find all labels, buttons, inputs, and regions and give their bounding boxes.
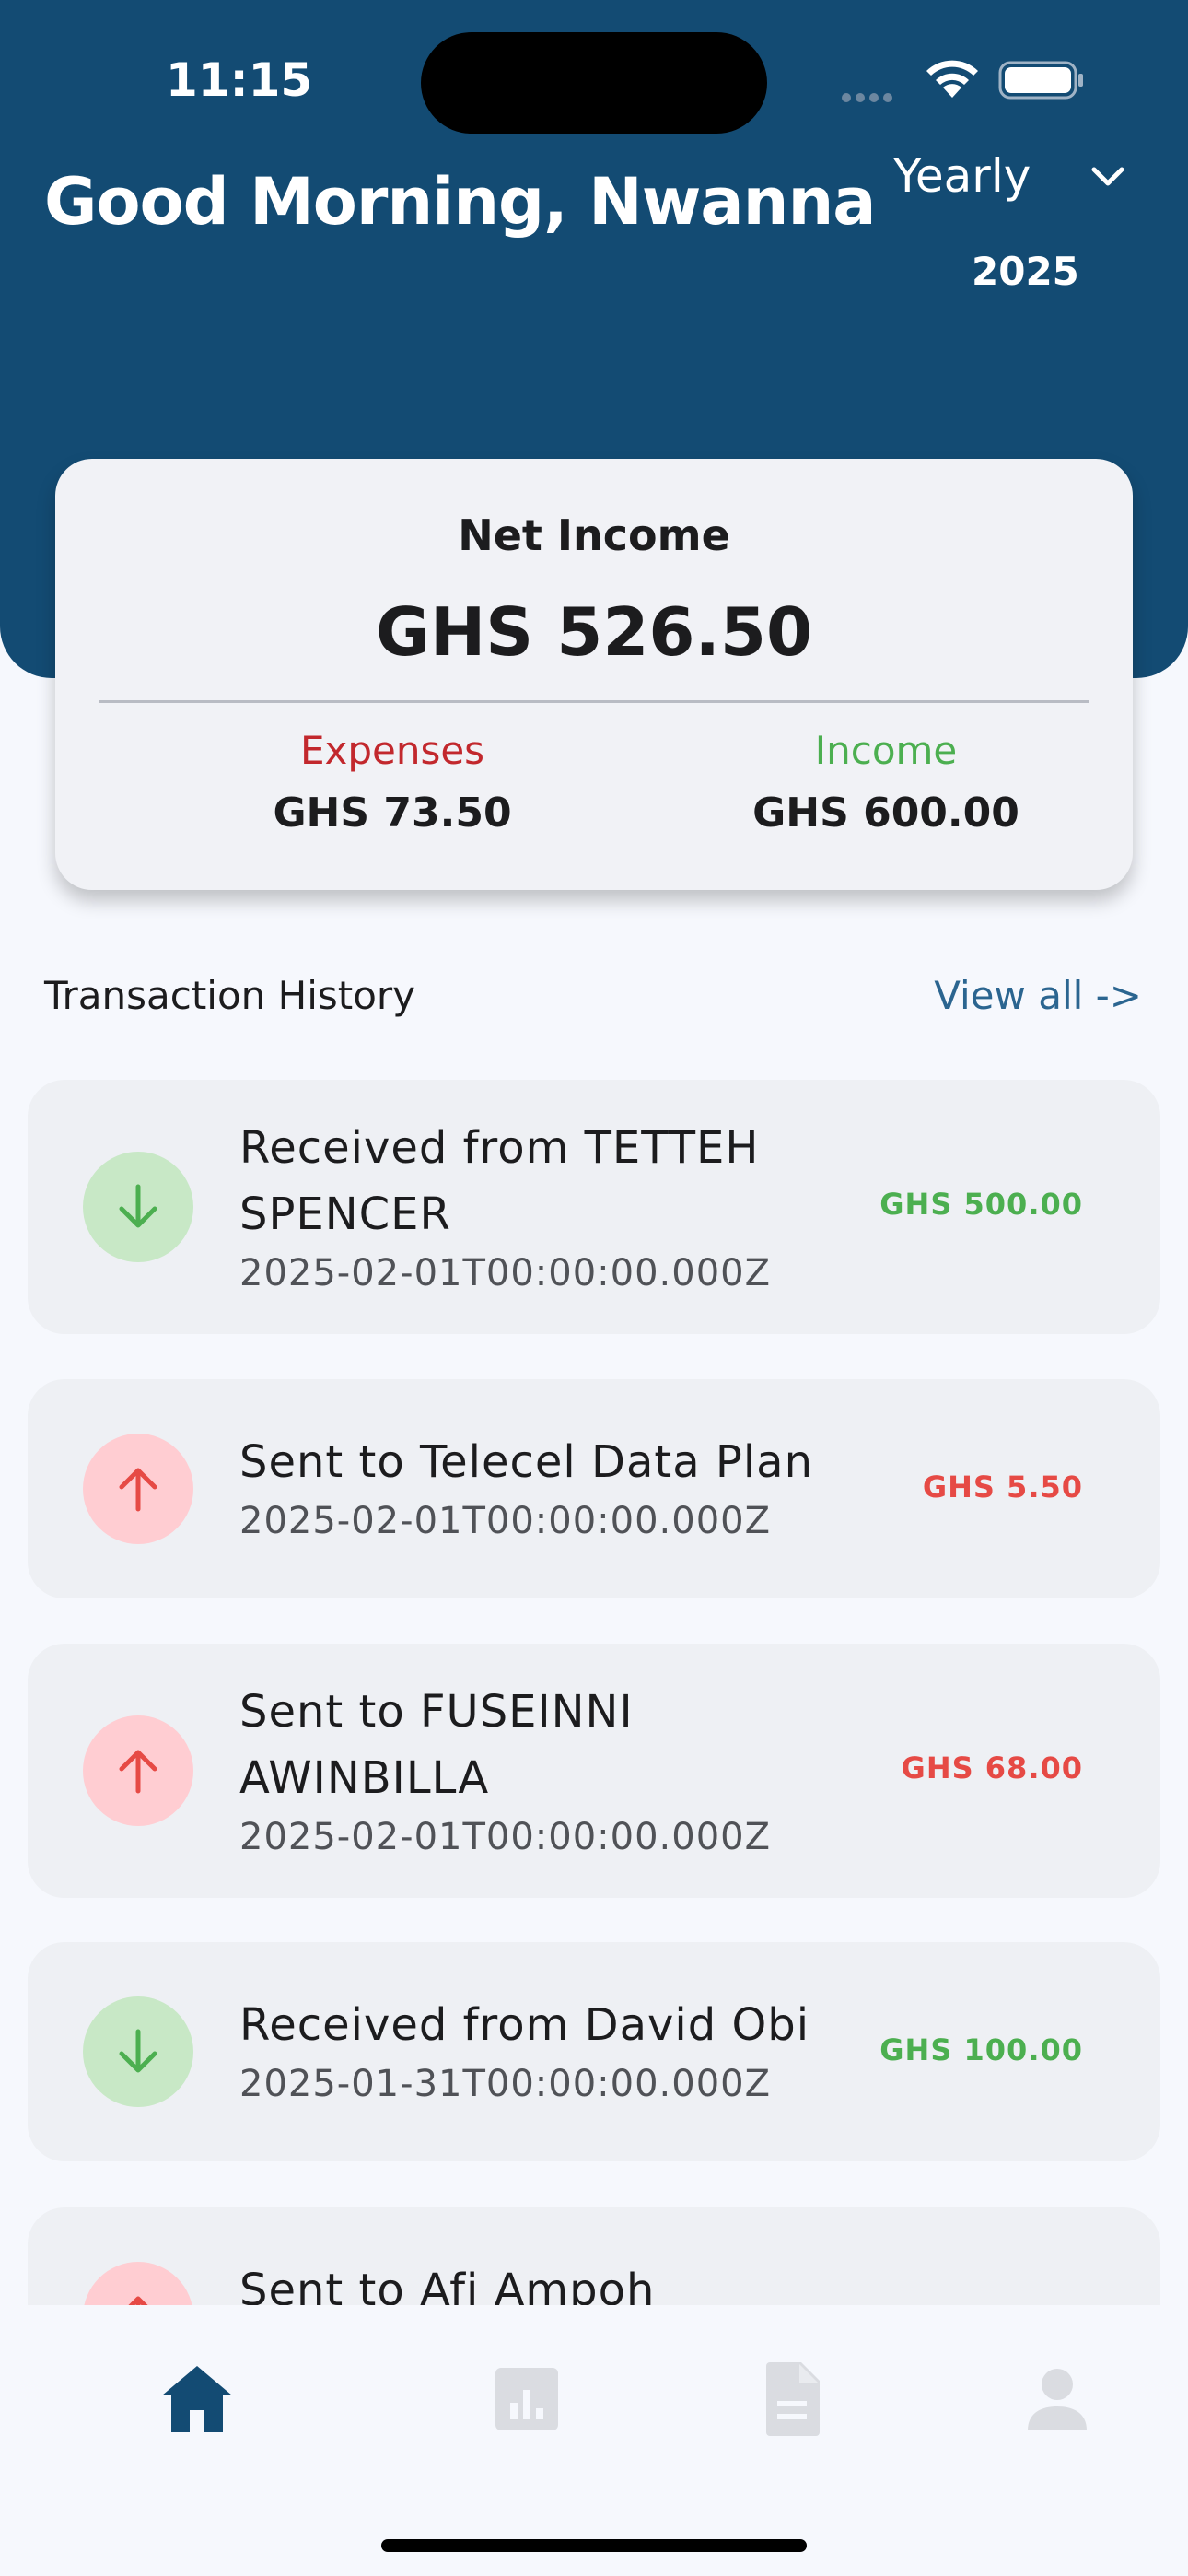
outgoing-transaction-icon	[83, 1434, 193, 1544]
transaction-title: Received from TETTEH SPENCER	[239, 1122, 760, 1240]
transaction-amount: GHS 100.00	[879, 2032, 1083, 2067]
outgoing-transaction-icon	[83, 1715, 193, 1826]
tab-analytics[interactable]	[481, 2353, 573, 2445]
transaction-date: 2025-01-31T00:00:00.000Z	[239, 2063, 772, 2105]
net-income-label: Net Income	[458, 510, 730, 560]
income-summary: Income GHS 600.00	[693, 728, 1079, 837]
transaction-amount: GHS 5.50	[922, 1469, 1083, 1505]
transaction-date: 2025-02-01T00:00:00.000Z	[239, 1252, 772, 1294]
net-income-card: Net Income GHS 526.50 Expenses GHS 73.50…	[55, 459, 1133, 890]
transaction-date: 2025-02-01T00:00:00.000Z	[239, 1816, 772, 1858]
net-income-value: GHS 526.50	[375, 593, 813, 671]
transaction-title: Received from David Obi	[239, 1999, 810, 2051]
profile-icon	[1028, 2369, 1087, 2430]
income-label: Income	[814, 728, 958, 773]
view-all-link[interactable]: View all ->	[934, 973, 1142, 1018]
transaction-date: 2025-02-01T00:00:00.000Z	[239, 1500, 772, 1542]
wifi-icon	[926, 60, 978, 98]
incoming-transaction-icon	[83, 1996, 193, 2107]
transaction-card[interactable]: Received from TETTEH SPENCER 2025-02-01T…	[28, 1080, 1160, 1334]
period-dropdown-label: Yearly	[893, 149, 1031, 203]
status-bar: 11:15	[0, 0, 1188, 138]
tab-home[interactable]	[151, 2353, 243, 2445]
chevron-down-icon[interactable]	[1087, 158, 1129, 195]
battery-icon	[998, 61, 1083, 100]
transaction-history-title: Transaction History	[44, 973, 416, 1018]
transaction-card[interactable]: Received from David Obi 2025-01-31T00:00…	[28, 1942, 1160, 2161]
income-value: GHS 600.00	[752, 790, 1019, 837]
transaction-amount: GHS 68.00	[901, 1751, 1083, 1786]
document-icon	[766, 2362, 820, 2436]
dynamic-island	[421, 32, 767, 134]
greeting-title: Good Morning, Nwanna	[44, 164, 877, 240]
bottom-tab-bar	[0, 2305, 1188, 2576]
outgoing-transaction-icon	[83, 2262, 193, 2305]
selected-year: 2025	[972, 249, 1079, 294]
transaction-card[interactable]: Sent to Afi Ampoh	[28, 2207, 1160, 2305]
status-time: 11:15	[166, 53, 313, 107]
tab-documents[interactable]	[746, 2353, 838, 2445]
analytics-icon	[495, 2368, 558, 2430]
expenses-summary: Expenses GHS 73.50	[199, 728, 586, 837]
transaction-amount: GHS 500.00	[879, 1187, 1083, 1222]
cellular-signal-icon	[842, 88, 903, 102]
expenses-label: Expenses	[299, 728, 485, 773]
transaction-title: Sent to Telecel Data Plan	[239, 1436, 814, 1488]
home-indicator[interactable]	[381, 2539, 807, 2552]
expenses-value: GHS 73.50	[273, 790, 512, 837]
transaction-title: Sent to FUSEINNI AWINBILLA	[239, 1686, 634, 1804]
card-divider	[99, 700, 1089, 703]
transaction-list: Received from TETTEH SPENCER 2025-02-01T…	[28, 1080, 1160, 2305]
transaction-card[interactable]: Sent to FUSEINNI AWINBILLA 2025-02-01T00…	[28, 1644, 1160, 1898]
incoming-transaction-icon	[83, 1152, 193, 1262]
transaction-card[interactable]: Sent to Telecel Data Plan 2025-02-01T00:…	[28, 1379, 1160, 1598]
tab-profile[interactable]	[1011, 2353, 1103, 2445]
transaction-title: Sent to Afi Ampoh	[239, 2265, 656, 2305]
home-icon	[162, 2366, 232, 2432]
